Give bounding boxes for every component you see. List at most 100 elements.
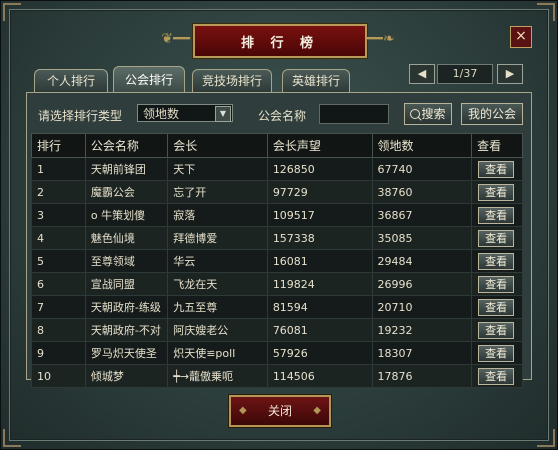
view-guild-button[interactable]: 查看 [478,321,515,339]
cell-view: 查看 [471,180,523,204]
view-guild-button[interactable]: 查看 [478,298,515,316]
view-guild-button[interactable]: 查看 [478,206,515,224]
title-left-ornament: ❦━━ [161,31,190,47]
cell-leader-prestige: 57926 [266,341,373,365]
table-row: 2 魔霸公会 忘了开 97729 38760 查看 [31,180,523,204]
prev-page-button[interactable]: ◀ [409,64,435,84]
table-row: 5 至尊领域 华云 16081 29484 查看 [31,249,523,273]
cell-territory: 67740 [371,157,473,181]
cell-view: 查看 [471,318,523,342]
my-guild-button[interactable]: 我的公会 [461,103,523,125]
cell-leader: 拜德博爱 [167,226,268,250]
header-territory: 领地数 [371,133,473,158]
cell-leader-prestige: 126850 [266,157,373,181]
cell-rank: 6 [31,272,86,296]
title-right-ornament: ━━❧ [366,31,395,47]
cell-territory: 29484 [371,249,473,273]
cell-territory: 20710 [371,295,473,319]
cell-rank: 5 [31,249,86,273]
table-row: 8 天朝政府-不对 阿庆嫂老公 76081 19232 查看 [31,318,523,342]
cell-view: 查看 [471,157,523,181]
view-guild-button[interactable]: 查看 [478,252,515,270]
cell-leader-prestige: 157338 [266,226,373,250]
window-title: 排 行 榜 [193,24,367,58]
cell-leader: 九五至尊 [167,295,268,319]
cell-rank: 3 [31,203,86,227]
view-guild-button[interactable]: 查看 [478,344,515,362]
table-row: 9 罗马炽天使圣 炽天使≌poll 57926 18307 查看 [31,341,523,365]
cell-leader-prestige: 97729 [266,180,373,204]
cell-territory: 26996 [371,272,473,296]
cell-guild-name: 罗马炽天使圣 [84,341,169,365]
cell-view: 查看 [471,272,523,296]
cell-rank: 7 [31,295,86,319]
view-guild-button[interactable]: 查看 [478,183,515,201]
cell-leader: 炽天使≌poll [167,341,268,365]
view-guild-button[interactable]: 查看 [478,275,515,293]
rank-type-select[interactable]: 领地数 ▼ [137,104,233,122]
table-row: 6 宣战同盟 飞龙在天 119824 26996 查看 [31,272,523,296]
tab-arena-ranking[interactable]: 竞技场排行 [192,69,272,92]
search-icon [410,109,421,119]
cell-leader-prestige: 109517 [266,203,373,227]
cell-leader: 华云 [167,249,268,273]
guild-ranking-table: 排行 公会名称 会长 会长声望 领地数 查看 1 天朝前锋团 天下 126850 677… [31,133,523,388]
cell-guild-name: o 牛策划傻 [84,203,169,227]
table-row: 3o 牛策划傻 寂落 109517 36867 查看 [31,203,523,227]
cell-guild-name: 魅色仙境 [84,226,169,250]
cell-leader: 阿庆嫂老公 [167,318,268,342]
next-page-button[interactable]: ▶ [497,64,523,84]
cell-guild-name: 天朝前锋团 [84,157,169,181]
cell-guild-name: 天朝政府-练级 [84,295,169,319]
cell-guild-name: 倾城梦 [84,364,169,388]
close-button[interactable]: 关闭 [229,395,331,427]
cell-view: 查看 [471,295,523,319]
cell-guild-name: 魔霸公会 [84,180,169,204]
view-guild-button[interactable]: 查看 [478,229,515,247]
cell-leader-prestige: 119824 [266,272,373,296]
corner-ornament [537,429,555,447]
cell-leader: 飞龙在天 [167,272,268,296]
cell-guild-name: 宣战同盟 [84,272,169,296]
page-indicator: 1/37 [437,64,493,84]
cell-view: 查看 [471,226,523,250]
cell-rank: 2 [31,180,86,204]
table-row: 1 天朝前锋团 天下 126850 67740 查看 [31,157,523,181]
header-leader-prestige: 会长声望 [266,133,373,158]
cell-guild-name: 至尊领域 [84,249,169,273]
close-icon[interactable]: × [510,26,532,48]
tab-hero-ranking[interactable]: 英雄排行 [282,69,350,92]
rank-type-label: 请选择排行类型 [38,109,123,123]
table-row: 7 天朝政府-练级 九五至尊 81594 20710 查看 [31,295,523,319]
tab-personal-ranking[interactable]: 个人排行 [34,69,108,92]
cell-rank: 10 [31,364,86,388]
cell-view: 查看 [471,249,523,273]
guild-name-label: 公会名称 [258,109,307,123]
cell-territory: 18307 [371,341,473,365]
view-guild-button[interactable]: 查看 [478,367,515,385]
cell-leader-prestige: 114506 [266,364,373,388]
cell-territory: 36867 [371,203,473,227]
chevron-down-icon[interactable]: ▼ [215,106,231,122]
cell-leader: 寂落 [167,203,268,227]
header-view: 查看 [471,133,523,158]
tab-guild-ranking[interactable]: 公会排行 [113,66,185,94]
view-guild-button[interactable]: 查看 [478,160,515,178]
cell-view: 查看 [471,203,523,227]
corner-ornament [3,429,21,447]
table-row: 4 魅色仙境 拜德博爱 157338 35085 查看 [31,226,523,250]
cell-guild-name: 天朝政府-不对 [84,318,169,342]
corner-ornament [3,3,21,21]
cell-leader-prestige: 16081 [266,249,373,273]
cell-rank: 1 [31,157,86,181]
cell-leader: 天下 [167,157,268,181]
cell-leader: ┿→蘢傲乗呃 [167,364,268,388]
guild-name-input[interactable] [319,104,389,124]
cell-leader: 忘了开 [167,180,268,204]
search-button[interactable]: 搜索 [404,103,452,125]
cell-leader-prestige: 76081 [266,318,373,342]
cell-view: 查看 [471,364,523,388]
table-row: 10 倾城梦 ┿→蘢傲乗呃 114506 17876 查看 [31,364,523,388]
table-header-row: 排行 公会名称 会长 会长声望 领地数 查看 [31,133,523,158]
cell-rank: 8 [31,318,86,342]
